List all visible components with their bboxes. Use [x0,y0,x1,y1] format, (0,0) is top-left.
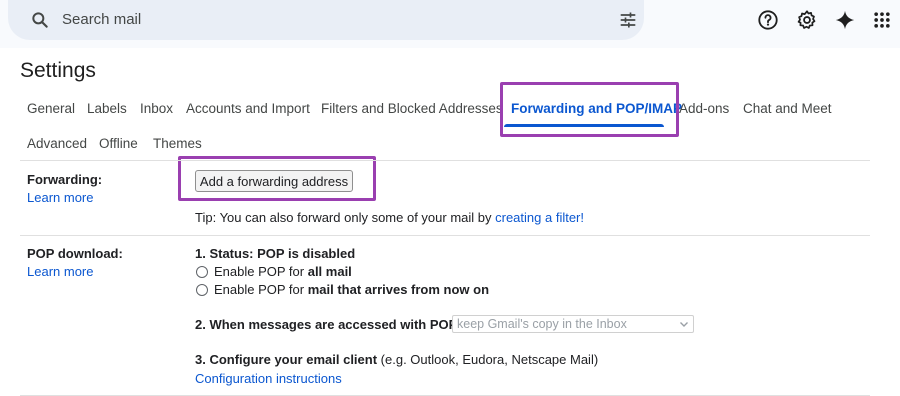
search-input[interactable]: Search mail [62,11,141,28]
tab-general[interactable]: General [27,101,75,116]
option-text: Enable POP for [214,282,305,297]
tab-accounts-and-import[interactable]: Accounts and Import [186,101,310,116]
divider [20,160,870,161]
tune-icon[interactable] [618,10,638,30]
pop-download-label: POP download: [27,246,123,261]
page-title: Settings [20,59,96,82]
tab-filters-and-blocked-addresses[interactable]: Filters and Blocked Addresses [321,101,503,116]
help-icon[interactable] [756,8,780,32]
step3-label: 3. Configure your email client [195,352,378,367]
option-text: Enable POP for [214,264,305,279]
pop-from-now-option[interactable]: Enable POP for mail that arrives from no… [214,282,489,297]
top-bar: Search mail [0,0,900,48]
divider [20,235,870,236]
gemini-sparkle-icon[interactable] [833,8,857,32]
select-value: keep Gmail's copy in the Inbox [457,317,627,331]
forwarding-learn-more-link[interactable]: Learn more [27,190,93,205]
add-forwarding-address-button[interactable]: Add a forwarding address [195,170,353,192]
search-bar[interactable]: Search mail [8,0,644,40]
pop-step3: 3. Configure your email client (e.g. Out… [195,352,598,367]
chevron-down-icon [680,322,688,327]
pop-all-mail-radio[interactable] [196,266,208,278]
option-bold-text: all mail [307,264,352,279]
tip-text: Tip: You can also forward only some of y… [195,210,492,225]
pop-status: 1. Status: POP is disabled [195,246,356,261]
tab-inbox[interactable]: Inbox [140,101,173,116]
configuration-instructions-link[interactable]: Configuration instructions [195,371,342,386]
tab-chat-and-meet[interactable]: Chat and Meet [743,101,832,116]
option-bold-text: mail that arrives from now on [307,282,490,297]
pop-learn-more-link[interactable]: Learn more [27,264,93,279]
step3-note: (e.g. Outlook, Eudora, Netscape Mail) [380,352,599,367]
tab-themes[interactable]: Themes [153,136,202,151]
tab-offline[interactable]: Offline [99,136,138,151]
pop-step2-label: 2. When messages are accessed with POP [195,317,458,332]
gear-icon[interactable] [795,8,819,32]
pop-all-mail-option[interactable]: Enable POP for all mail [214,264,352,279]
forwarding-label: Forwarding: [27,172,103,187]
tab-labels[interactable]: Labels [87,101,127,116]
tab-highlight-box [500,82,679,137]
apps-grid-icon[interactable] [870,8,894,32]
search-icon[interactable] [30,10,50,30]
pop-from-now-radio[interactable] [196,284,208,296]
forwarding-tip: Tip: You can also forward only some of y… [195,210,584,225]
tab-advanced[interactable]: Advanced [27,136,87,151]
creating-filter-link[interactable]: creating a filter! [495,210,584,225]
pop-action-select[interactable]: keep Gmail's copy in the Inbox [452,315,694,333]
tab-add-ons[interactable]: Add-ons [679,101,729,116]
